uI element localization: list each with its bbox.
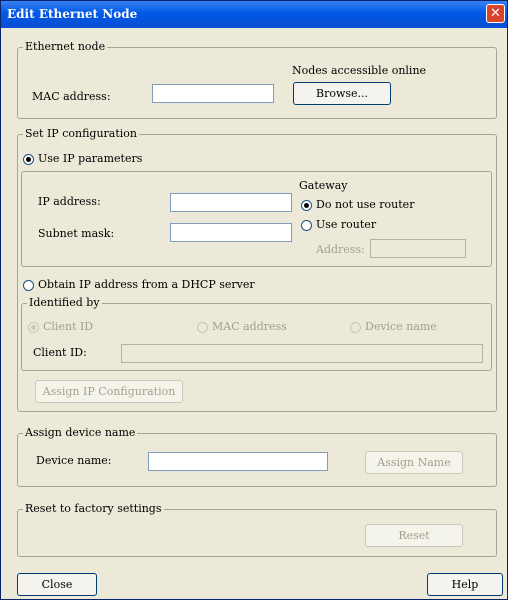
close-button[interactable]: Close bbox=[17, 573, 97, 596]
reset-button[interactable]: Reset bbox=[365, 524, 463, 547]
router-address-label: Address: bbox=[316, 243, 365, 256]
device-name-option-label: Device name bbox=[365, 320, 437, 333]
assign-name-button[interactable]: Assign Name bbox=[365, 451, 463, 474]
subnet-mask-input[interactable] bbox=[170, 223, 292, 242]
do-not-use-router-label: Do not use router bbox=[316, 198, 415, 211]
use-ip-parameters-label: Use IP parameters bbox=[38, 152, 143, 165]
ethernet-node-group: Ethernet node Nodes accessible online MA… bbox=[17, 40, 497, 119]
factory-reset-legend: Reset to factory settings bbox=[23, 502, 164, 515]
identified-by-group: Identified by Client ID MAC address Devi… bbox=[21, 296, 492, 371]
factory-reset-group: Reset to factory settings Reset bbox=[17, 502, 497, 557]
ethernet-node-legend: Ethernet node bbox=[23, 40, 108, 53]
use-router-label: Use router bbox=[316, 218, 377, 231]
nodes-online-label: Nodes accessible online bbox=[292, 64, 427, 77]
use-router-radio[interactable] bbox=[301, 220, 312, 231]
use-ip-parameters-radio[interactable] bbox=[23, 154, 34, 165]
assign-ip-configuration-button[interactable]: Assign IP Configuration bbox=[35, 380, 183, 403]
gateway-label: Gateway bbox=[299, 179, 348, 192]
ip-address-label: IP address: bbox=[38, 195, 101, 208]
dhcp-radio[interactable] bbox=[23, 280, 34, 291]
ip-configuration-group: Set IP configuration Use IP parameters I… bbox=[17, 127, 497, 412]
help-button[interactable]: Help bbox=[427, 573, 503, 596]
ip-configuration-legend: Set IP configuration bbox=[23, 127, 139, 140]
device-name-label: Device name: bbox=[36, 454, 112, 467]
device-name-radio[interactable] bbox=[350, 322, 361, 333]
router-address-input[interactable] bbox=[370, 239, 466, 258]
close-window-icon[interactable]: ✕ bbox=[486, 4, 505, 23]
mac-address-radio[interactable] bbox=[197, 322, 208, 333]
ip-address-input[interactable] bbox=[170, 193, 292, 212]
client-id-option-label: Client ID bbox=[43, 320, 94, 333]
assign-device-name-group: Assign device name Device name: Assign N… bbox=[17, 426, 497, 487]
do-not-use-router-radio[interactable] bbox=[301, 200, 312, 211]
device-name-input[interactable] bbox=[148, 452, 328, 471]
identified-by-legend: Identified by bbox=[27, 296, 102, 309]
ip-parameters-box: IP address: Subnet mask: Gateway Do not … bbox=[21, 171, 492, 267]
edit-ethernet-node-dialog: Edit Ethernet Node ✕ Ethernet node Nodes… bbox=[0, 0, 508, 600]
dhcp-label: Obtain IP address from a DHCP server bbox=[38, 278, 255, 291]
title-bar: Edit Ethernet Node ✕ bbox=[1, 1, 507, 28]
window-title: Edit Ethernet Node bbox=[7, 7, 138, 21]
mac-address-input[interactable] bbox=[152, 84, 274, 103]
assign-device-name-legend: Assign device name bbox=[23, 426, 138, 439]
mac-address-option-label: MAC address bbox=[212, 320, 287, 333]
subnet-mask-label: Subnet mask: bbox=[38, 227, 115, 240]
client-id-label: Client ID: bbox=[33, 346, 87, 359]
browse-button[interactable]: Browse... bbox=[293, 82, 391, 105]
mac-address-label: MAC address: bbox=[32, 90, 111, 103]
client-id-input[interactable] bbox=[121, 344, 483, 363]
client-id-radio[interactable] bbox=[28, 322, 39, 333]
